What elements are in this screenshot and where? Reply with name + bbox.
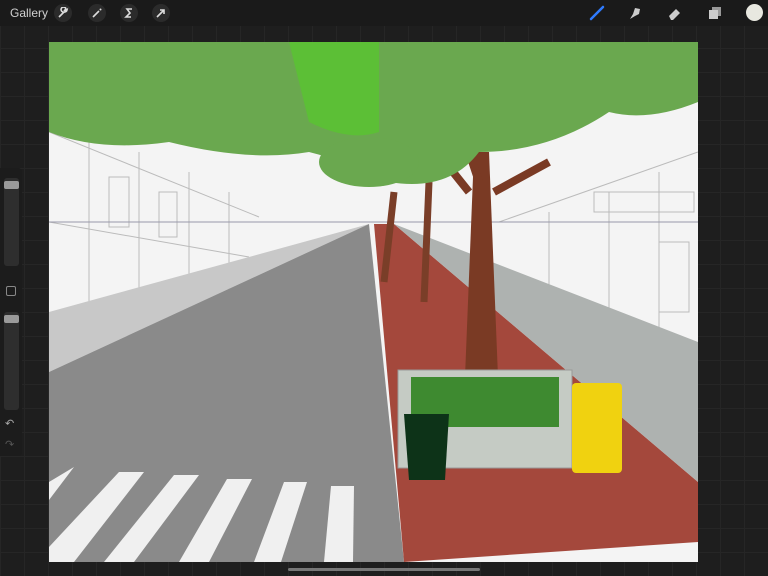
- drawing-canvas[interactable]: [49, 42, 698, 562]
- yellow-mailbox: [572, 383, 622, 473]
- trash-bin: [404, 414, 449, 480]
- layers-icon[interactable]: [706, 4, 724, 22]
- opacity-thumb[interactable]: [4, 315, 19, 323]
- wrench-icon[interactable]: [54, 4, 72, 22]
- transform-arrow-icon[interactable]: [152, 4, 170, 22]
- selection-icon[interactable]: [120, 4, 138, 22]
- brush-size-slider[interactable]: [4, 178, 19, 266]
- eraser-icon[interactable]: [666, 4, 684, 22]
- modify-button[interactable]: [6, 286, 16, 296]
- sidebar: ↶ ↷: [0, 168, 22, 456]
- home-indicator[interactable]: [288, 568, 480, 571]
- magic-wand-icon[interactable]: [88, 4, 106, 22]
- brush-icon[interactable]: [588, 4, 606, 22]
- opacity-slider[interactable]: [4, 312, 19, 410]
- smudge-icon[interactable]: [626, 4, 644, 22]
- undo-icon[interactable]: ↶: [5, 417, 14, 430]
- top-toolbar: Gallery: [0, 0, 768, 26]
- redo-icon[interactable]: ↷: [5, 438, 14, 451]
- gallery-button[interactable]: Gallery: [10, 6, 48, 20]
- brush-size-thumb[interactable]: [4, 181, 19, 189]
- color-icon[interactable]: [746, 4, 763, 21]
